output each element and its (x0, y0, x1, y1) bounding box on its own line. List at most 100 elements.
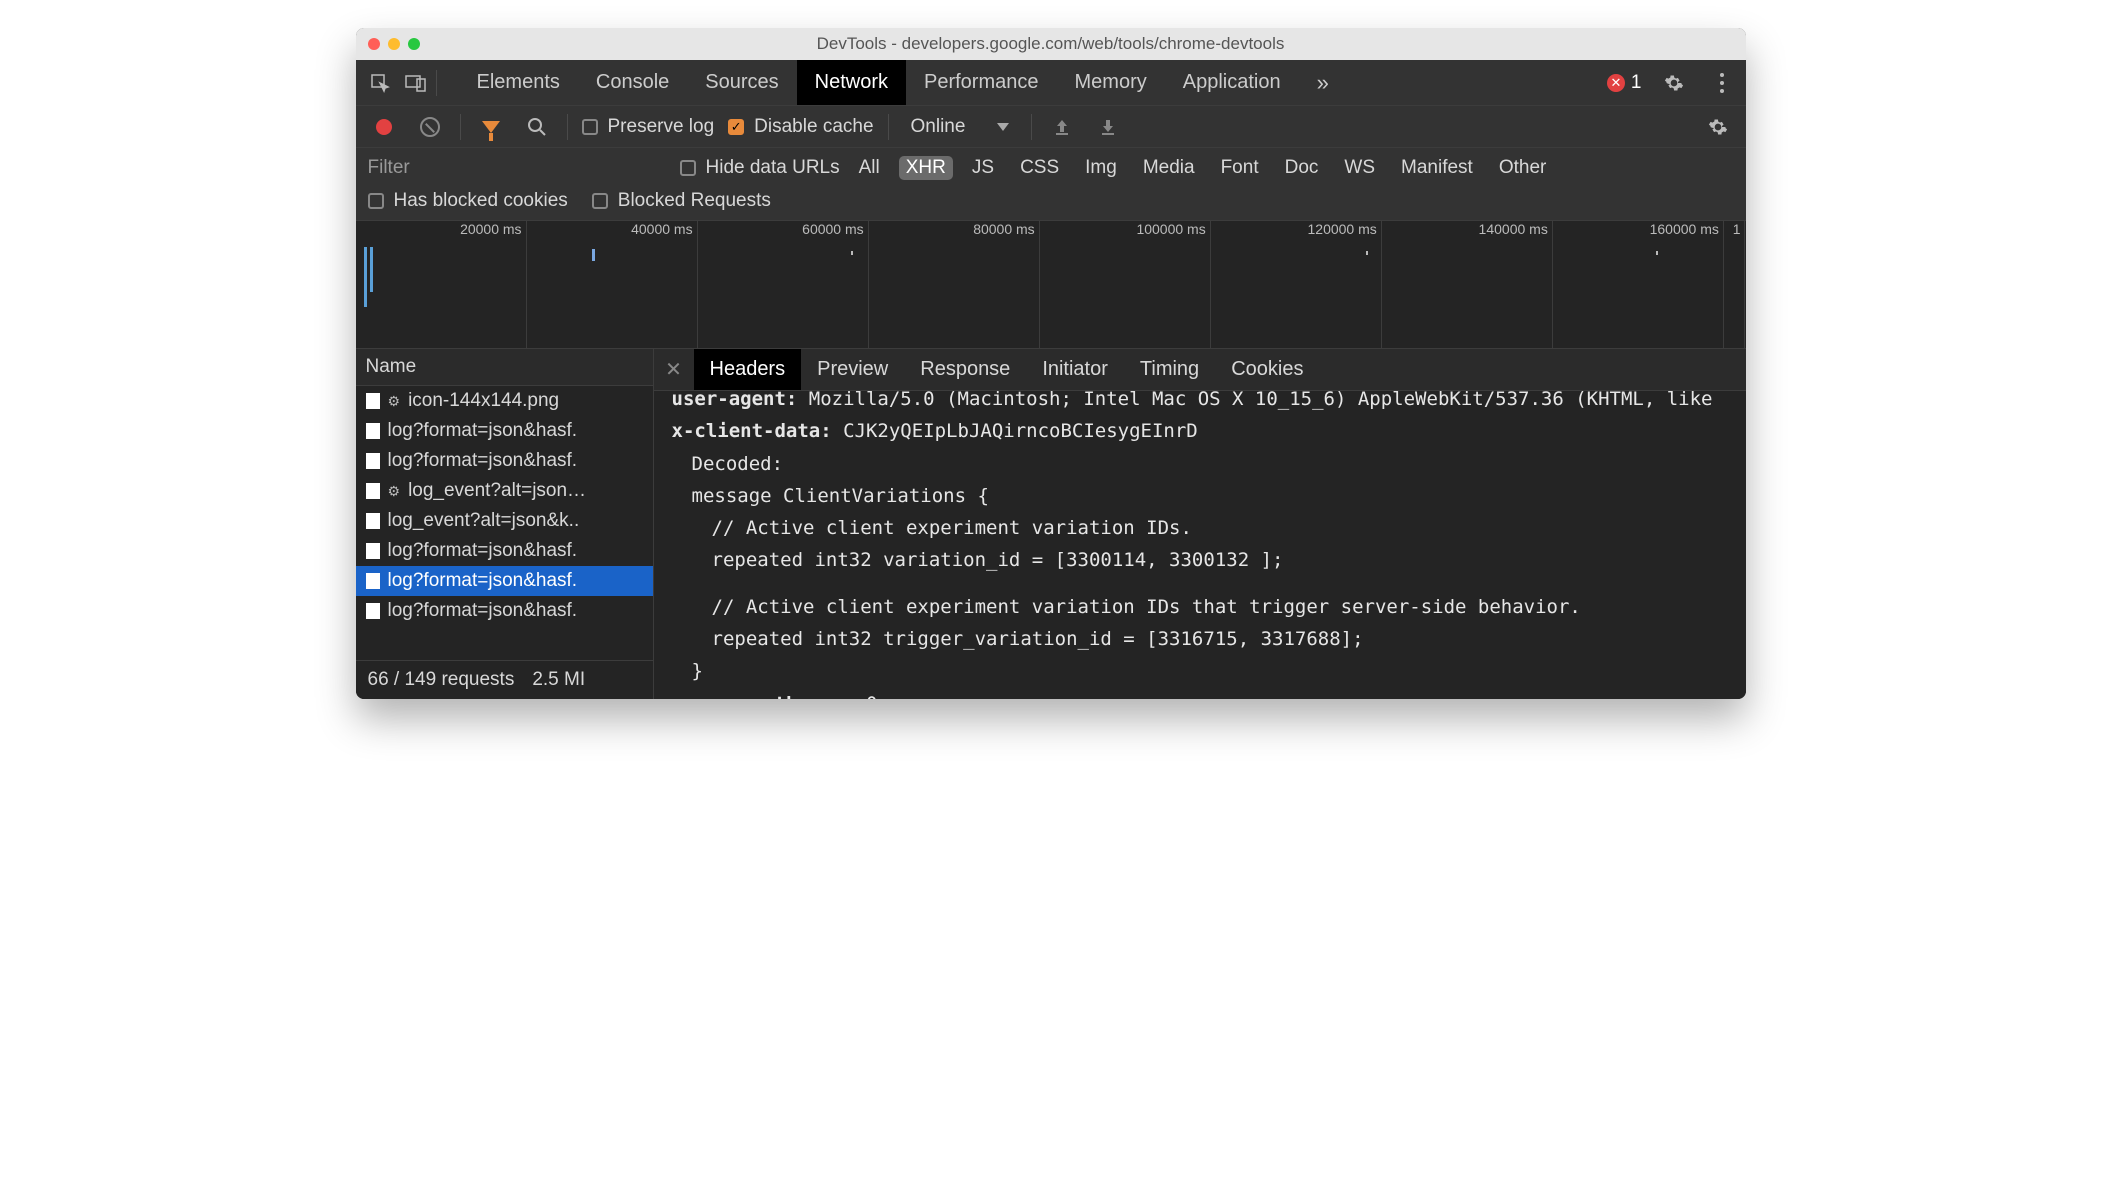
filter-type-ws[interactable]: WS (1337, 156, 1382, 180)
request-row[interactable]: ⚙log_event?alt=json… (356, 476, 653, 506)
request-name: log_event?alt=json&k.. (388, 510, 580, 532)
separator (888, 114, 889, 140)
devtools-window: DevTools - developers.google.com/web/too… (356, 28, 1746, 699)
network-split: Name ⚙icon-144x144.png log?format=json&h… (356, 349, 1746, 699)
request-row[interactable]: log?format=json&hasf. (356, 416, 653, 446)
search-icon[interactable] (521, 111, 553, 143)
decoded-line: message ClientVariations { (672, 480, 1728, 512)
main-tabbar: Elements Console Sources Network Perform… (356, 60, 1746, 106)
separator (460, 114, 461, 140)
checkbox-icon (592, 193, 608, 209)
tab-console[interactable]: Console (578, 60, 687, 105)
download-har-icon[interactable] (1092, 111, 1124, 143)
file-icon (366, 393, 380, 409)
request-row[interactable]: log?format=json&hasf. (356, 446, 653, 476)
request-name: log?format=json&hasf. (388, 420, 578, 442)
detail-tab-response[interactable]: Response (904, 349, 1026, 390)
timeline-overview[interactable]: 20000 ms 40000 ms 60000 ms 80000 ms 1000… (356, 221, 1746, 349)
request-list-header[interactable]: Name (356, 349, 653, 386)
filter-bar: Filter Hide data URLs All XHR JS CSS Img… (356, 148, 1746, 221)
timeline-mark (1366, 251, 1368, 255)
settings-icon[interactable] (1658, 67, 1690, 99)
request-row[interactable]: log?format=json&hasf. (356, 536, 653, 566)
clear-button[interactable] (414, 111, 446, 143)
detail-tab-preview[interactable]: Preview (801, 349, 904, 390)
request-status-bar: 66 / 149 requests 2.5 MI (356, 660, 653, 699)
request-list[interactable]: ⚙icon-144x144.png log?format=json&hasf. … (356, 386, 653, 660)
tab-sources[interactable]: Sources (687, 60, 796, 105)
header-x-client-data: x-client-data: CJK2yQEIpLbJAQirncoBCIesy… (672, 415, 1728, 447)
menu-kebab-icon[interactable] (1706, 67, 1738, 99)
request-row[interactable]: log?format=json&hasf. (356, 596, 653, 626)
timeline-marks (356, 243, 1746, 343)
header-x-goog-authuser: x-goog-authuser: 0 (672, 688, 1728, 699)
tab-memory[interactable]: Memory (1057, 60, 1165, 105)
checkbox-icon (680, 160, 696, 176)
error-count-badge[interactable]: ✕ 1 (1607, 72, 1642, 94)
titlebar: DevTools - developers.google.com/web/too… (356, 28, 1746, 60)
file-icon (366, 453, 380, 469)
filter-type-font[interactable]: Font (1214, 156, 1266, 180)
file-icon (366, 573, 380, 589)
record-button[interactable] (368, 111, 400, 143)
checkbox-icon (368, 193, 384, 209)
filter-type-doc[interactable]: Doc (1278, 156, 1326, 180)
request-row[interactable]: log_event?alt=json&k.. (356, 506, 653, 536)
filter-type-img[interactable]: Img (1078, 156, 1124, 180)
blocked-requests-checkbox[interactable]: Blocked Requests (592, 190, 771, 212)
headers-body[interactable]: user-agent: Mozilla/5.0 (Macintosh; Inte… (654, 391, 1746, 699)
decoded-line: } (672, 655, 1728, 687)
close-detail-icon[interactable]: ✕ (654, 357, 694, 382)
tab-performance[interactable]: Performance (906, 60, 1057, 105)
detail-tab-headers[interactable]: Headers (694, 349, 802, 390)
detail-tab-timing[interactable]: Timing (1124, 349, 1215, 390)
checkbox-icon (582, 119, 598, 135)
upload-har-icon[interactable] (1046, 111, 1078, 143)
timeline-mark (364, 247, 367, 307)
request-row[interactable]: log?format=json&hasf. (356, 566, 653, 596)
request-name: log?format=json&hasf. (388, 600, 578, 622)
error-icon: ✕ (1607, 74, 1625, 92)
network-settings-icon[interactable] (1702, 111, 1734, 143)
preserve-log-checkbox[interactable]: Preserve log (582, 116, 715, 138)
timeline-mark (592, 249, 595, 261)
throttling-value: Online (911, 116, 966, 138)
request-size: 2.5 MI (532, 669, 585, 691)
hide-data-urls-checkbox[interactable]: Hide data URLs (680, 157, 840, 179)
request-name: log?format=json&hasf. (388, 570, 578, 592)
separator (1031, 114, 1032, 140)
decoded-line: // Active client experiment variation ID… (672, 512, 1728, 544)
filter-type-css[interactable]: CSS (1013, 156, 1066, 180)
request-row[interactable]: ⚙icon-144x144.png (356, 386, 653, 416)
filter-type-all[interactable]: All (852, 156, 887, 180)
filter-type-xhr[interactable]: XHR (899, 156, 953, 180)
decoded-line: repeated int32 variation_id = [3300114, … (672, 544, 1728, 576)
file-icon (366, 423, 380, 439)
filter-input[interactable]: Filter (368, 157, 668, 179)
detail-tab-initiator[interactable]: Initiator (1026, 349, 1124, 390)
separator (436, 70, 437, 96)
timeline-ticks: 20000 ms 40000 ms 60000 ms 80000 ms 1000… (356, 221, 1746, 241)
decoded-line: // Active client experiment variation ID… (672, 591, 1728, 623)
device-toggle-icon[interactable] (400, 67, 432, 99)
request-name: icon-144x144.png (408, 390, 559, 412)
filter-type-manifest[interactable]: Manifest (1394, 156, 1480, 180)
tab-application[interactable]: Application (1165, 60, 1299, 105)
request-counts: 66 / 149 requests (368, 669, 515, 691)
has-blocked-cookies-label: Has blocked cookies (394, 190, 568, 212)
tab-elements[interactable]: Elements (459, 60, 578, 105)
tab-network[interactable]: Network (797, 60, 906, 105)
filter-type-other[interactable]: Other (1492, 156, 1554, 180)
network-toolbar: Preserve log ✓ Disable cache Online (356, 106, 1746, 148)
filter-toggle-icon[interactable] (475, 111, 507, 143)
request-name: log_event?alt=json… (408, 480, 586, 502)
inspect-element-icon[interactable] (364, 67, 396, 99)
filter-type-media[interactable]: Media (1136, 156, 1202, 180)
detail-tab-cookies[interactable]: Cookies (1215, 349, 1319, 390)
disable-cache-checkbox[interactable]: ✓ Disable cache (728, 116, 873, 138)
decoded-label: Decoded: (672, 448, 1728, 480)
filter-type-js[interactable]: JS (965, 156, 1001, 180)
more-tabs-button[interactable] (1299, 60, 1347, 105)
has-blocked-cookies-checkbox[interactable]: Has blocked cookies (368, 190, 568, 212)
throttling-select[interactable]: Online (903, 116, 1018, 138)
